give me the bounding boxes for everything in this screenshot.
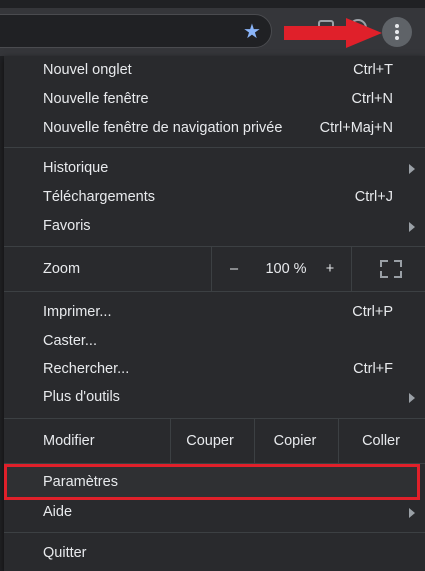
menu-item-shortcut: Ctrl+P — [352, 304, 393, 320]
paste-button[interactable]: Coller — [341, 419, 421, 463]
edit-label: Modifier — [43, 433, 95, 449]
menu-item-new-window[interactable]: Nouvelle fenêtre Ctrl+N — [4, 85, 425, 114]
submenu-arrow-icon — [409, 508, 415, 518]
address-bar[interactable] — [0, 14, 272, 48]
browser-toolbar: ★ — [0, 0, 425, 56]
zoom-label: Zoom — [43, 261, 81, 277]
star-icon[interactable]: ★ — [241, 21, 263, 43]
menu-item-label: Paramètres — [43, 474, 118, 490]
menu-item-label: Plus d'outils — [43, 389, 120, 405]
menu-item-label: Téléchargements — [43, 189, 156, 205]
menu-item-label: Favoris — [43, 218, 91, 234]
menu-item-shortcut: Ctrl+N — [351, 91, 394, 107]
menu-item-history[interactable]: Historique — [4, 154, 425, 183]
submenu-arrow-icon — [409, 164, 415, 174]
menu-item-cast[interactable]: Caster... — [4, 327, 425, 356]
menu-item-shortcut: Ctrl+Maj+N — [319, 120, 393, 136]
submenu-arrow-icon — [409, 222, 415, 232]
menu-item-downloads[interactable]: Téléchargements Ctrl+J — [4, 183, 425, 212]
menu-item-more-tools[interactable]: Plus d'outils — [4, 383, 425, 412]
menu-item-print[interactable]: Imprimer... Ctrl+P — [4, 298, 425, 327]
chrome-main-menu: Nouvel onglet Ctrl+T Nouvelle fenêtre Ct… — [4, 56, 425, 571]
fullscreen-icon[interactable] — [380, 260, 402, 278]
menu-item-label: Nouvel onglet — [43, 62, 132, 78]
zoom-in-button[interactable]: + — [318, 247, 342, 291]
zoom-divider — [211, 247, 212, 291]
menu-item-label: Caster... — [43, 333, 97, 349]
menu-item-shortcut: Ctrl+J — [354, 189, 393, 205]
menu-item-quit[interactable]: Quitter — [4, 539, 425, 568]
kebab-menu-icon[interactable] — [382, 17, 412, 47]
menu-separator — [4, 532, 425, 533]
menu-item-new-incognito-window[interactable]: Nouvelle fenêtre de navigation privée Ct… — [4, 114, 425, 143]
menu-item-label: Quitter — [43, 545, 87, 561]
edit-divider — [338, 419, 339, 463]
cut-button[interactable]: Couper — [170, 419, 250, 463]
submenu-arrow-icon — [409, 393, 415, 403]
annotation-arrow-icon — [284, 18, 382, 48]
menu-item-label: Nouvelle fenêtre de navigation privée — [43, 120, 283, 136]
menu-item-bookmarks[interactable]: Favoris — [4, 212, 425, 241]
zoom-row: Zoom – 100 % + — [4, 247, 425, 291]
menu-item-label: Imprimer... — [43, 304, 112, 320]
zoom-level: 100 % — [265, 261, 307, 277]
tab-strip — [0, 0, 425, 8]
edit-row: Modifier Couper Copier Coller — [4, 419, 425, 463]
menu-item-new-tab[interactable]: Nouvel onglet Ctrl+T — [4, 56, 425, 85]
menu-item-help[interactable]: Aide — [4, 498, 425, 527]
menu-item-shortcut: Ctrl+T — [353, 62, 393, 78]
menu-separator — [4, 147, 425, 148]
zoom-divider — [351, 247, 352, 291]
menu-item-settings[interactable]: Paramètres — [4, 468, 425, 497]
menu-item-find[interactable]: Rechercher... Ctrl+F — [4, 355, 425, 384]
menu-item-shortcut: Ctrl+F — [353, 361, 393, 377]
menu-item-label: Aide — [43, 504, 73, 520]
menu-item-label: Rechercher... — [43, 361, 130, 377]
menu-item-label: Historique — [43, 160, 109, 176]
zoom-out-button[interactable]: – — [222, 247, 246, 291]
menu-separator — [4, 291, 425, 292]
copy-button[interactable]: Copier — [255, 419, 335, 463]
menu-item-label: Nouvelle fenêtre — [43, 91, 149, 107]
